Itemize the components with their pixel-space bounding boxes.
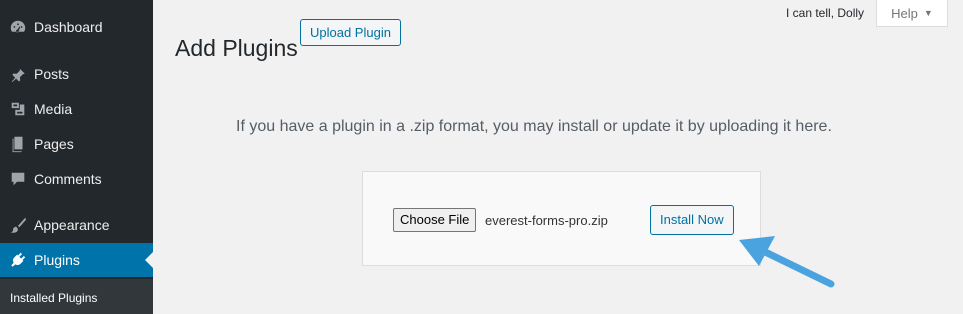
pages-icon: [8, 134, 28, 154]
sidebar-item-plugins[interactable]: Plugins: [0, 243, 153, 277]
admin-sidebar: Dashboard Posts Media Pages Comments App…: [0, 0, 153, 314]
sidebar-item-label: Posts: [34, 66, 70, 82]
dashboard-icon: [8, 17, 28, 37]
sidebar-item-label: Plugins: [34, 252, 80, 268]
sidebar-item-label: Media: [34, 101, 73, 117]
upload-plugin-form: Choose File everest-forms-pro.zip Instal…: [362, 171, 761, 266]
help-tab-label: Help: [891, 5, 918, 21]
sidebar-item-comments[interactable]: Comments: [0, 162, 153, 196]
comment-icon: [8, 169, 28, 189]
page-title: Add Plugins: [175, 35, 298, 62]
choose-file-button[interactable]: Choose File: [393, 208, 477, 232]
upload-help-text: If you have a plugin in a .zip format, y…: [236, 118, 832, 135]
active-menu-pointer: [145, 252, 153, 268]
caret-down-icon: ▼: [923, 8, 933, 18]
sidebar-item-pages[interactable]: Pages: [0, 127, 153, 161]
media-icon: [8, 99, 28, 119]
selected-file-name: everest-forms-pro.zip: [485, 213, 608, 228]
brush-icon: [8, 215, 28, 235]
pointer-arrow-icon: [739, 236, 835, 288]
sidebar-item-media[interactable]: Media: [0, 92, 153, 126]
sidebar-item-label: Dashboard: [34, 19, 103, 35]
sidebar-item-posts[interactable]: Posts: [0, 57, 153, 91]
plugin-icon: [8, 250, 28, 270]
help-tab-button[interactable]: Help ▼: [876, 0, 948, 27]
sidebar-item-dashboard[interactable]: Dashboard: [0, 10, 153, 44]
plugins-submenu: Installed Plugins: [0, 279, 153, 314]
pin-icon: [8, 64, 28, 84]
sidebar-item-appearance[interactable]: Appearance: [0, 208, 153, 242]
sidebar-item-label: Appearance: [34, 217, 110, 233]
howdy-text: I can tell, Dolly: [786, 6, 865, 20]
sidebar-item-label: Pages: [34, 136, 74, 152]
sidebar-item-label: Comments: [34, 171, 102, 187]
submenu-item-installed-plugins[interactable]: Installed Plugins: [10, 291, 97, 305]
install-now-button[interactable]: Install Now: [650, 205, 734, 235]
upload-plugin-button[interactable]: Upload Plugin: [300, 19, 401, 46]
